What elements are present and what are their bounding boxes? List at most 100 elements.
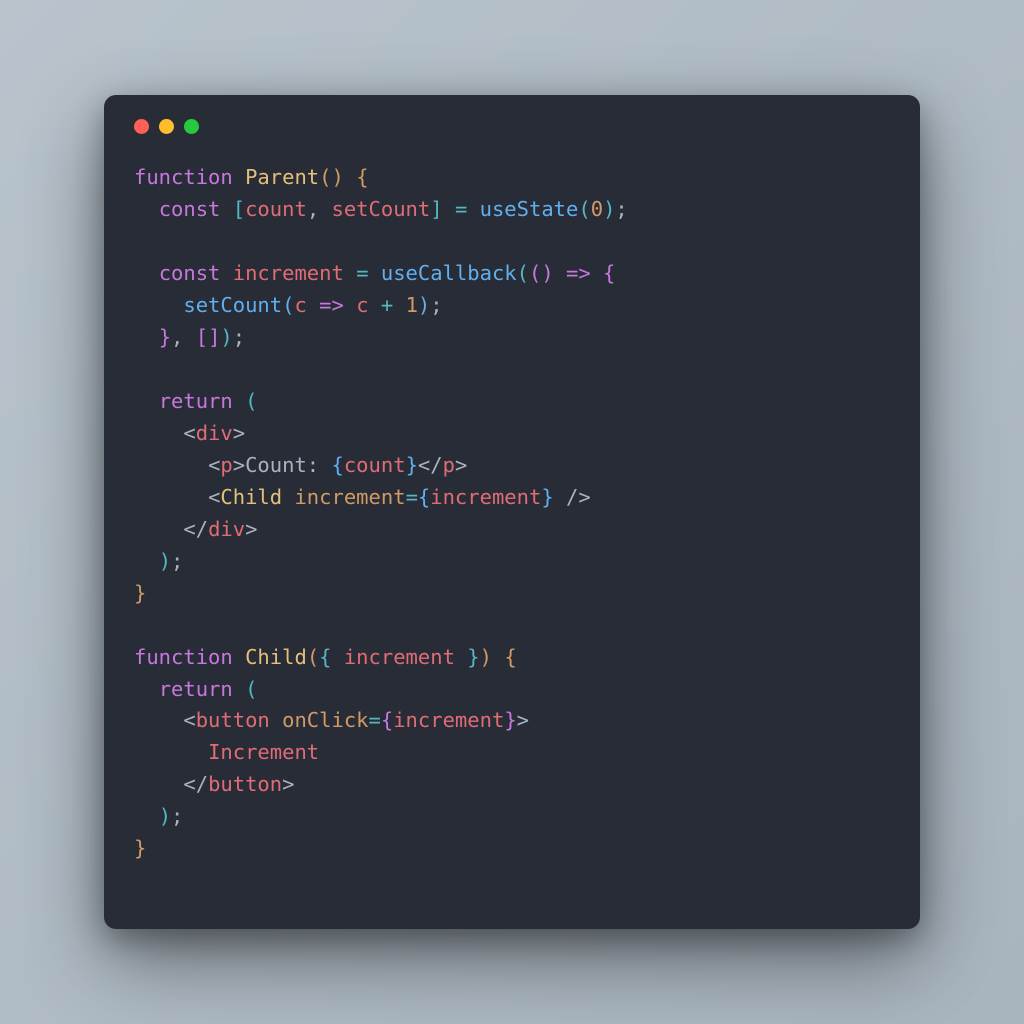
token: (	[245, 677, 257, 701]
token	[134, 708, 183, 732]
token	[443, 197, 455, 221]
token: (	[307, 645, 319, 669]
token	[134, 197, 159, 221]
token: )	[332, 165, 344, 189]
token: <	[208, 485, 220, 509]
token: increment	[430, 485, 541, 509]
token	[134, 804, 159, 828]
token	[134, 421, 183, 445]
token: ,	[171, 325, 183, 349]
token	[591, 261, 603, 285]
token: (	[529, 261, 541, 285]
token: useState	[480, 197, 579, 221]
token	[554, 261, 566, 285]
token	[554, 485, 566, 509]
token: c	[356, 293, 368, 317]
minimize-icon[interactable]	[159, 119, 174, 134]
token: (	[319, 165, 331, 189]
token: >	[233, 421, 245, 445]
code-line: </div>	[134, 514, 890, 546]
token	[134, 453, 208, 477]
token: )	[418, 293, 430, 317]
code-line: <p>Count: {count}</p>	[134, 450, 890, 482]
token: </	[183, 517, 208, 541]
code-line: return (	[134, 674, 890, 706]
token: [	[233, 197, 245, 221]
token: div	[208, 517, 245, 541]
token	[233, 389, 245, 413]
token: increment	[233, 261, 344, 285]
token: increment	[344, 645, 455, 669]
token: increment	[393, 708, 504, 732]
token: Child	[220, 485, 282, 509]
token: </	[418, 453, 443, 477]
code-line: return (	[134, 386, 890, 418]
token: {	[356, 165, 368, 189]
token: return	[159, 389, 233, 413]
token: }	[159, 325, 171, 349]
token	[393, 293, 405, 317]
token	[183, 325, 195, 349]
code-line: }, []);	[134, 322, 890, 354]
token: <	[183, 708, 195, 732]
token	[134, 677, 159, 701]
token: =	[406, 485, 418, 509]
token: Count:	[245, 453, 331, 477]
token: <	[183, 421, 195, 445]
code-line: }	[134, 833, 890, 865]
close-icon[interactable]	[134, 119, 149, 134]
code-line	[134, 354, 890, 386]
token: ,	[307, 197, 319, 221]
code-line	[134, 226, 890, 258]
maximize-icon[interactable]	[184, 119, 199, 134]
code-line: const increment = useCallback(() => {	[134, 258, 890, 290]
code-line: function Parent() {	[134, 162, 890, 194]
token	[233, 165, 245, 189]
token	[282, 485, 294, 509]
token: <	[208, 453, 220, 477]
token	[467, 197, 479, 221]
token	[344, 293, 356, 317]
token	[319, 197, 331, 221]
token	[134, 293, 183, 317]
token: </	[183, 772, 208, 796]
token: [	[196, 325, 208, 349]
token: />	[566, 485, 591, 509]
token: (	[245, 389, 257, 413]
token	[270, 708, 282, 732]
token: >	[282, 772, 294, 796]
code-line: setCount(c => c + 1);	[134, 290, 890, 322]
token: =	[455, 197, 467, 221]
token: setCount	[332, 197, 431, 221]
token	[134, 261, 159, 285]
code-editor[interactable]: function Parent() { const [count, setCou…	[134, 162, 890, 865]
token: 0	[591, 197, 603, 221]
token: ;	[171, 804, 183, 828]
token: Child	[245, 645, 307, 669]
token	[134, 325, 159, 349]
token: =>	[566, 261, 591, 285]
token: button	[208, 772, 282, 796]
token: ]	[430, 197, 442, 221]
token	[134, 389, 159, 413]
token	[455, 645, 467, 669]
token: )	[541, 261, 553, 285]
code-line: <Child increment={increment} />	[134, 482, 890, 514]
token: {	[504, 645, 516, 669]
token: 1	[406, 293, 418, 317]
token: {	[319, 645, 331, 669]
token: ;	[233, 325, 245, 349]
token	[369, 293, 381, 317]
token: onClick	[282, 708, 368, 732]
token: setCount	[183, 293, 282, 317]
token: (	[282, 293, 294, 317]
code-window: function Parent() { const [count, setCou…	[104, 95, 920, 929]
code-line: <button onClick={increment}>	[134, 705, 890, 737]
token	[134, 549, 159, 573]
token: (	[517, 261, 529, 285]
token	[220, 261, 232, 285]
code-line: );	[134, 546, 890, 578]
token	[134, 517, 183, 541]
code-line: const [count, setCount] = useState(0);	[134, 194, 890, 226]
token: ;	[430, 293, 442, 317]
